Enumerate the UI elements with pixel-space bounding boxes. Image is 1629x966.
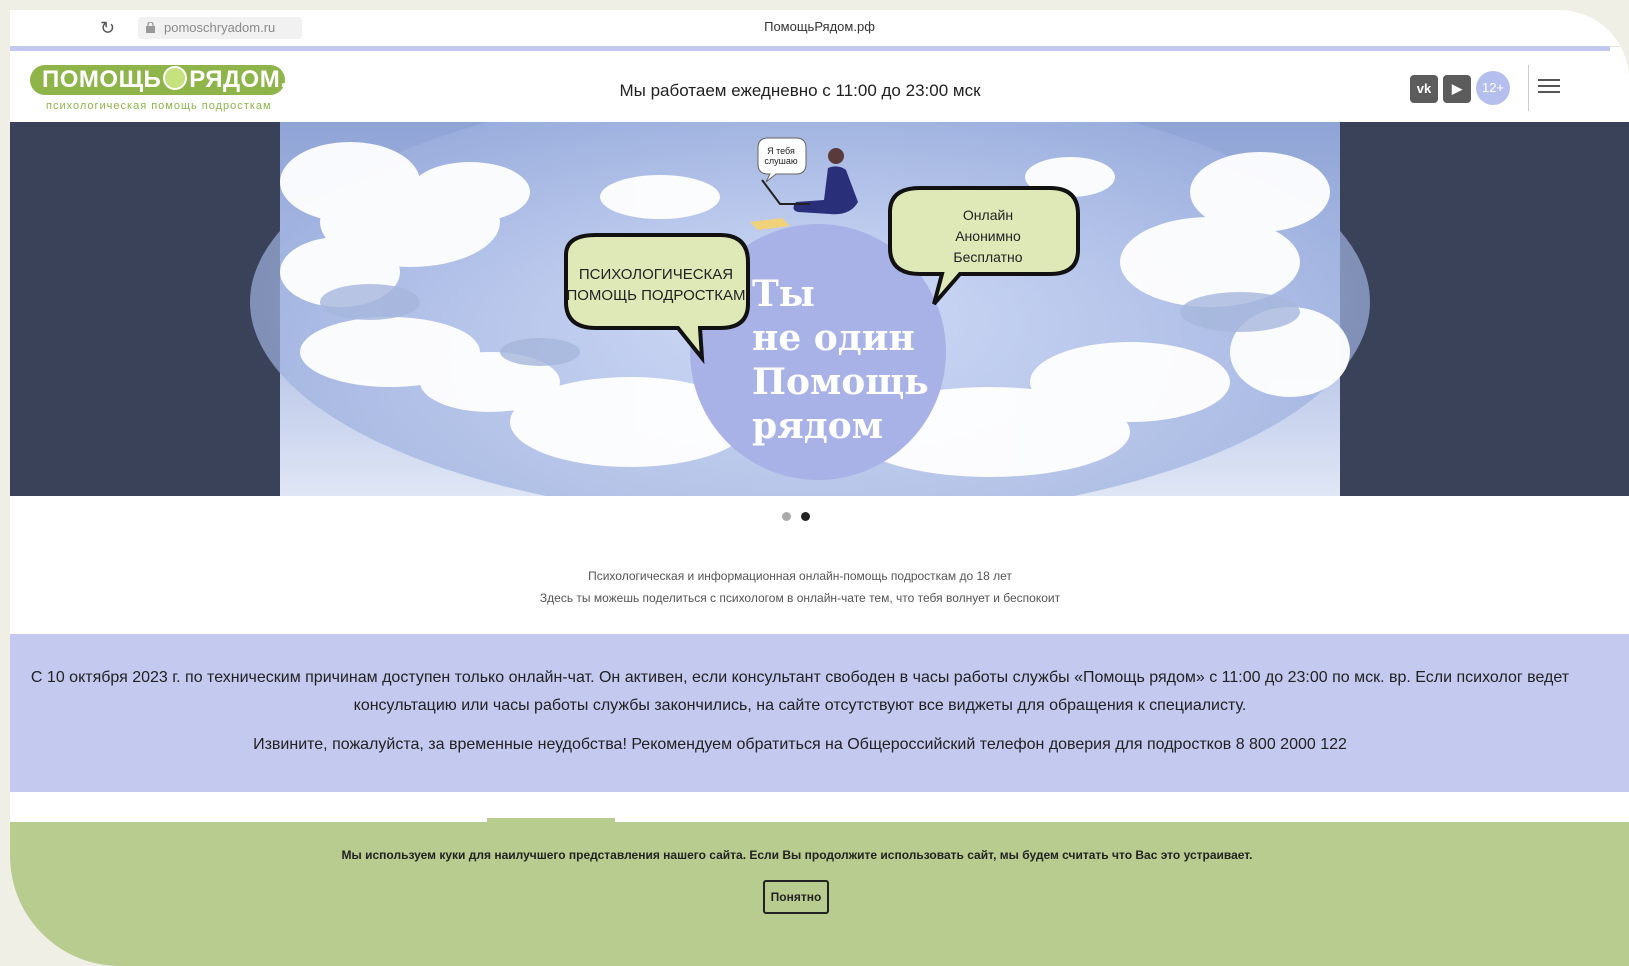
header-divider	[1528, 65, 1529, 111]
notice-paragraph-2: Извините, пожалуйста, за временные неудо…	[253, 736, 1347, 753]
bubble-right: Онлайн Анонимно Бесплатно	[898, 205, 1078, 268]
cookie-accept-button[interactable]: Понятно	[763, 880, 829, 914]
age-rating-badge: 12+	[1476, 71, 1510, 105]
cookie-tab	[487, 818, 615, 822]
notice-banner: С 10 октября 2023 г. по техническим прич…	[10, 634, 1629, 792]
bubble-right-line: Онлайн	[962, 207, 1014, 223]
slider-dots	[782, 508, 820, 526]
menu-icon[interactable]	[1538, 79, 1560, 95]
hero-banner[interactable]: Я тебя слушаю ПСИХОЛОГИЧЕСКАЯ ПОМОЩЬ ПОД…	[10, 122, 1629, 496]
hero-headline: Ты не один Помощь рядом	[752, 272, 929, 448]
headline-line: не один	[752, 317, 915, 359]
notice-paragraph-1: С 10 октября 2023 г. по техническим прич…	[30, 669, 1570, 714]
headline-line: рядом	[752, 405, 884, 447]
bubble-right-line: Бесплатно	[953, 249, 1023, 265]
bubble-right-line: Анонимно	[955, 228, 1021, 244]
slider-dot[interactable]	[782, 512, 791, 521]
cookie-text: Мы используем куки для наилучшего предст…	[341, 848, 1253, 862]
intro-line-1: Психологическая и информационная онлайн-…	[588, 569, 1012, 583]
headline-line: Помощь	[752, 361, 929, 403]
slider-dot-active[interactable]	[801, 512, 810, 521]
work-hours: Мы работаем ежедневно с 11:00 до 23:00 м…	[619, 81, 981, 100]
intro-line-2: Здесь ты можешь поделиться с психологом …	[539, 591, 1061, 605]
cookie-banner: Мы используем куки для наилучшего предст…	[10, 818, 1629, 966]
headline-line: Ты	[752, 273, 815, 315]
bubble-small-text: Я тебя слушаю	[764, 146, 798, 166]
vk-icon[interactable]: vk	[1410, 75, 1438, 103]
browser-toolbar: ↻ pomoschryadom.ru ПомощьРядом.рф	[10, 10, 1629, 47]
tab-title: ПомощьРядом.рф	[764, 19, 875, 34]
browser-window: ↻ pomoschryadom.ru ПомощьРядом.рф ПОМОЩЬ…	[10, 10, 1629, 966]
intro-text: Психологическая и информационная онлайн-…	[10, 565, 1590, 609]
youtube-icon[interactable]: ▶	[1443, 75, 1471, 103]
bubble-left-text: ПСИХОЛОГИЧЕСКАЯ ПОМОЩЬ ПОДРОСТКАМ	[566, 266, 746, 304]
logo-subtitle: психологическая помощь подросткам	[46, 100, 272, 112]
